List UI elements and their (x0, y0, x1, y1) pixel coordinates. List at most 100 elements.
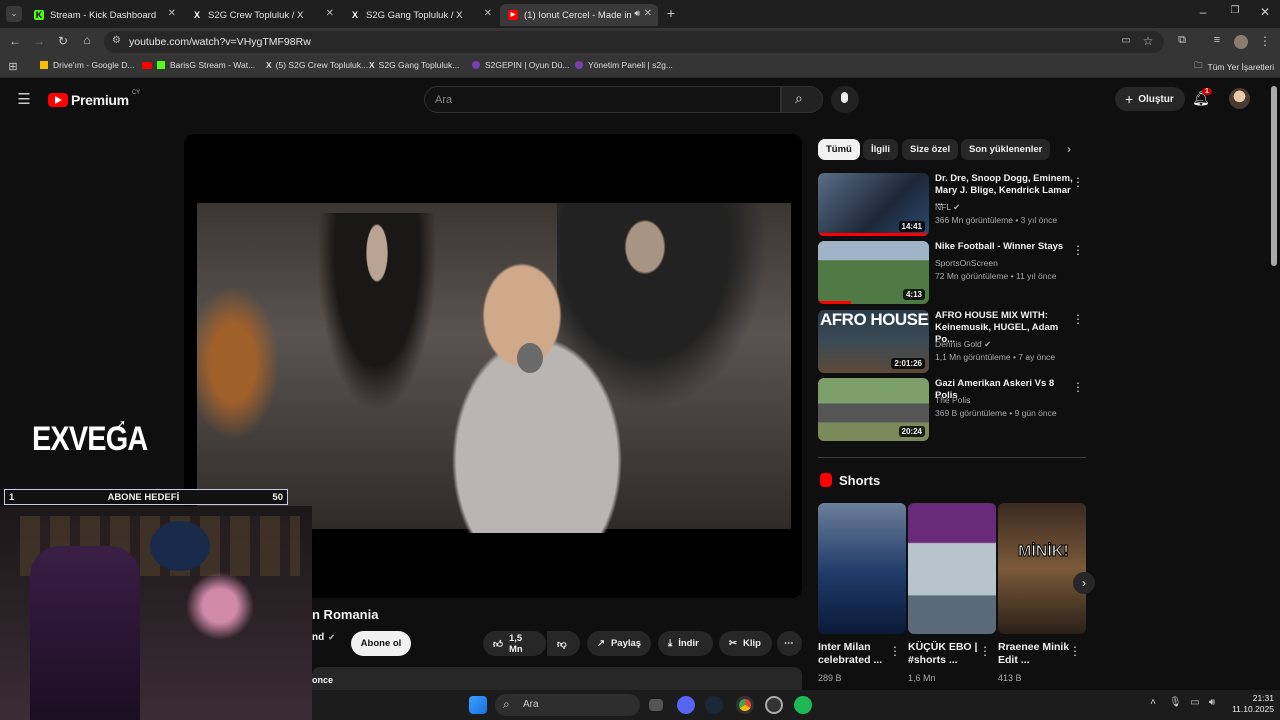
windows-start-icon[interactable] (469, 696, 487, 714)
create-button[interactable]: + Oluştur (1115, 87, 1185, 111)
related-video[interactable]: 20:24 Gazi Amerikan Askeri Vs 8 Polis Th… (818, 378, 1088, 442)
tab-kick-dashboard[interactable]: K Stream - Kick Dashboard ✕ (26, 4, 182, 26)
channel-name[interactable]: nd ✔ (312, 632, 335, 643)
search-button[interactable]: ⌕ (781, 86, 823, 113)
channel-name[interactable]: SportsOnScreen (935, 258, 998, 268)
description-box[interactable]: once (312, 667, 802, 690)
channel-name[interactable]: The Polis (935, 395, 970, 405)
hamburger-menu-icon[interactable]: ☰ (16, 90, 32, 108)
close-tab-icon[interactable]: ✕ (644, 8, 652, 19)
dislike-button[interactable]: 👎︎ (547, 631, 580, 656)
notifications-button[interactable]: 🔔︎ 1 (1192, 88, 1212, 108)
tray-chevron-icon[interactable]: ˄ (1147, 697, 1159, 708)
video-title[interactable]: Nike Football - Winner Stays (935, 241, 1075, 253)
channel-name[interactable]: NFL ✔ (935, 202, 960, 213)
youtube-logo[interactable]: Premium CY (48, 90, 140, 108)
site-info-icon[interactable]: ⚙ (112, 35, 121, 46)
video-thumbnail[interactable]: 14:41 (818, 173, 929, 236)
restore-icon[interactable]: ❐ (1228, 5, 1242, 16)
bookmark-s2g-gang[interactable]: X S2G Gang Topluluk... (369, 60, 459, 70)
tab-s2g-crew[interactable]: X S2G Crew Topluluk / X ✕ (184, 4, 340, 26)
chip-for-you[interactable]: Size özel (902, 139, 959, 160)
clock[interactable]: 21:31 11.10.2025 (1224, 693, 1274, 715)
tab-list-icon[interactable]: ⌄ (6, 6, 22, 22)
channel-name[interactable]: Dennis Gold ✔ (935, 339, 991, 350)
download-button[interactable]: ⤓ İndir (658, 631, 713, 656)
short-thumbnail[interactable] (818, 503, 906, 634)
video-thumbnail[interactable]: AFRO HOUSE 2:01:26 (818, 310, 929, 373)
close-tab-icon[interactable]: ✕ (484, 8, 492, 19)
close-window-icon[interactable]: ✕ (1258, 5, 1272, 19)
duration-badge: 20:24 (898, 426, 925, 437)
thumbnail-caption: AFRO HOUSE (820, 310, 929, 329)
spotify-icon[interactable] (794, 696, 812, 714)
more-actions-button[interactable]: ⋯ (777, 631, 802, 656)
back-icon[interactable]: ← (8, 34, 22, 48)
more-options-icon[interactable]: ⋮ (1072, 380, 1084, 394)
related-video[interactable]: 14:41 Dr. Dre, Snoop Dogg, Eminem, Mary … (818, 173, 1088, 237)
chip-recently-uploaded[interactable]: Son yüklenenler (961, 139, 1051, 160)
share-button[interactable]: ↗ Paylaş (587, 631, 651, 656)
minimize-icon[interactable]: – (1196, 5, 1210, 19)
page-scrollbar[interactable] (1271, 86, 1277, 266)
reload-icon[interactable]: ↻ (56, 34, 70, 48)
like-button[interactable]: 👍︎ 1,5 Mn (483, 631, 546, 656)
home-icon[interactable]: ⌂ (80, 33, 94, 47)
volume-tray-icon[interactable]: 🔊︎ (1206, 697, 1218, 708)
more-options-icon[interactable]: ⋮ (1072, 175, 1084, 189)
taskbar-search[interactable]: ⌕ Ara (495, 694, 640, 716)
bookmark-yonetim[interactable]: Yönetim Paneli | s2g... (575, 60, 673, 70)
related-video[interactable]: AFRO HOUSE 2:01:26 AFRO HOUSE MIX WITH: K… (818, 310, 1088, 374)
extensions-icon[interactable]: ⧉ (1175, 34, 1189, 47)
bookmark-star-icon[interactable]: ☆ (1141, 34, 1155, 48)
close-tab-icon[interactable]: ✕ (326, 8, 334, 19)
audio-icon[interactable]: 🔊︎ (634, 8, 640, 19)
close-tab-icon[interactable]: ✕ (168, 8, 176, 19)
forward-icon[interactable]: → (32, 34, 46, 48)
microphone-tray-icon[interactable]: 🎙︎ (1169, 697, 1182, 708)
account-avatar[interactable] (1229, 88, 1250, 109)
bookmark-s2gepin[interactable]: S2GEPIN | Oyun Dü... (472, 60, 569, 70)
chevron-right-icon[interactable]: › (1062, 142, 1076, 156)
more-options-icon[interactable]: ⋮ (1069, 644, 1276, 658)
steam-icon[interactable] (705, 696, 723, 714)
tab-youtube-active[interactable]: ▶ (1) Ionut Cercel - Made in R 🔊︎ ✕ (500, 4, 658, 26)
obs-icon[interactable] (765, 696, 783, 714)
media-controls-icon[interactable]: ≡ (1210, 34, 1224, 46)
search-input[interactable]: Ara (424, 86, 781, 113)
short-title[interactable]: Rraenee Minik Edit ... (998, 641, 1070, 667)
more-options-icon[interactable]: ⋮ (1072, 243, 1084, 257)
task-view-icon[interactable] (649, 699, 663, 711)
display-tray-icon[interactable]: ▭ (1189, 697, 1201, 708)
profile-avatar[interactable] (1234, 35, 1248, 49)
all-bookmarks[interactable]: 🗀︎ Tüm Yer İşaretleri (1194, 60, 1274, 74)
menu-kebab-icon[interactable]: ⋮ (1258, 34, 1272, 48)
voice-search-button[interactable] (831, 86, 859, 113)
video-thumbnail[interactable]: 4:13 (818, 241, 929, 304)
new-tab-icon[interactable]: + (664, 5, 678, 21)
s2g-icon (472, 61, 480, 69)
apps-grid-icon[interactable]: ⊞ (6, 60, 20, 73)
short-title[interactable]: Inter Milan celebrated ... (818, 641, 890, 667)
short-thumbnail[interactable]: MİNİK! (998, 503, 1086, 634)
bookmark-s2g-crew[interactable]: X (5) S2G Crew Topluluk... (266, 60, 368, 70)
more-options-icon[interactable]: ⋮ (1072, 312, 1084, 326)
cast-icon[interactable]: ▭ (1119, 35, 1133, 46)
chip-all[interactable]: Tümü (818, 139, 860, 160)
related-video[interactable]: 4:13 Nike Football - Winner Stays Sports… (818, 241, 1088, 305)
shorts-next-button[interactable]: › (1073, 572, 1095, 594)
chrome-icon[interactable] (736, 696, 754, 714)
clip-button[interactable]: ✂ Klip (719, 631, 772, 656)
tab-s2g-gang[interactable]: X S2G Gang Topluluk / X ✕ (342, 4, 498, 26)
short-title[interactable]: KÜÇÜK EBO | #shorts ... (908, 641, 980, 667)
bookmark-barisg[interactable]: BarisG Stream - Wat... (142, 60, 255, 70)
short-thumbnail[interactable] (908, 503, 996, 634)
bookmark-label: S2G Gang Topluluk... (378, 60, 460, 70)
subscribe-button[interactable]: Abone ol (351, 631, 411, 656)
discord-icon[interactable] (677, 696, 695, 714)
video-thumbnail[interactable]: 20:24 (818, 378, 929, 441)
video-frame[interactable] (197, 203, 791, 533)
bookmark-drive[interactable]: Drive'ım - Google D... (40, 60, 134, 70)
chip-related[interactable]: İlgili (863, 139, 898, 160)
url-field[interactable]: ⚙ youtube.com/watch?v=VHygTMF98Rw (104, 31, 1164, 53)
